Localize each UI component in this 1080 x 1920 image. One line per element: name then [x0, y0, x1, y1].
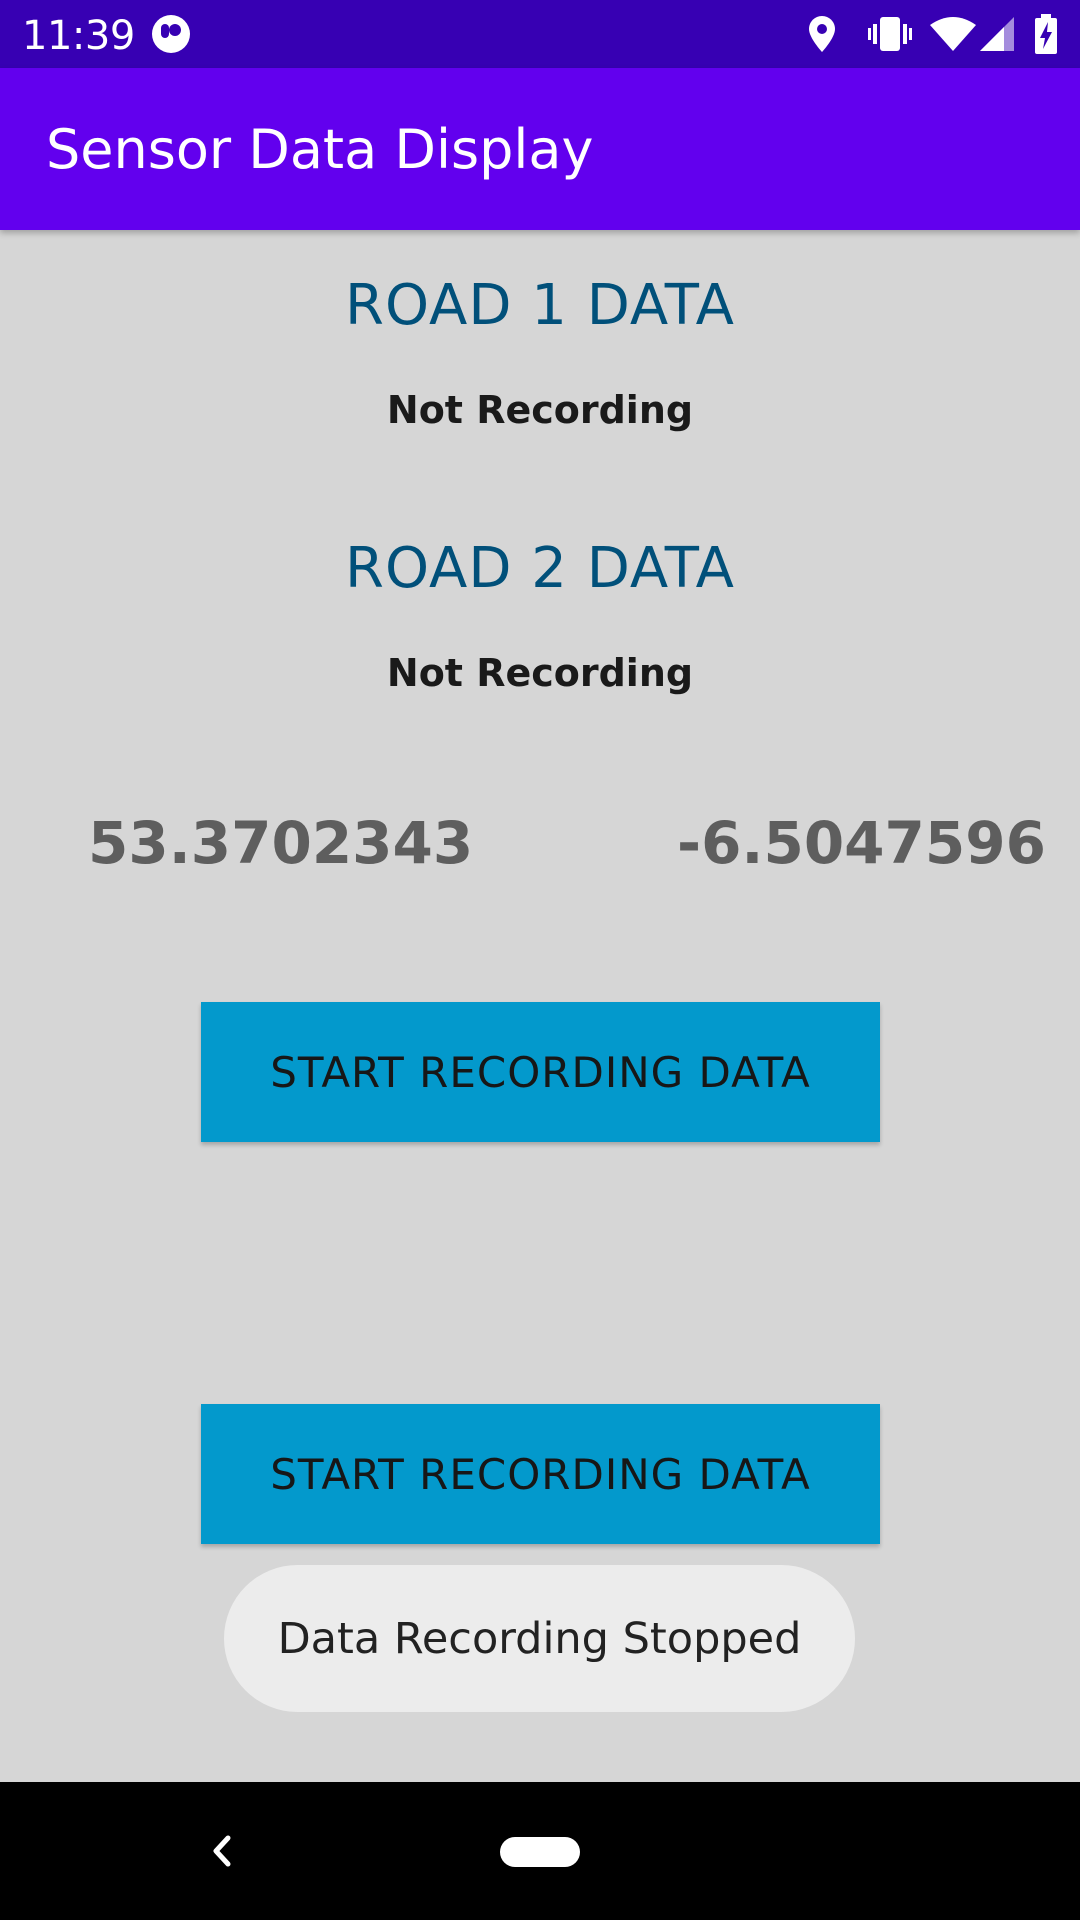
toast-message: Data Recording Stopped — [224, 1565, 855, 1712]
home-pill-icon[interactable] — [500, 1837, 580, 1867]
road1-status: Not Recording — [386, 388, 694, 432]
longitude-value: -6.5047596 — [677, 809, 1046, 877]
road1-header: ROAD 1 DATA — [0, 265, 1080, 345]
road1-header-label: ROAD 1 DATA — [345, 272, 735, 338]
wifi-icon — [930, 0, 976, 68]
start-recording-road1-button[interactable]: START RECORDING DATA — [201, 1002, 880, 1142]
road2-header: ROAD 2 DATA — [23, 528, 1057, 608]
app-bar: Sensor Data Display — [0, 68, 1080, 230]
toast-text: Data Recording Stopped — [277, 1613, 802, 1664]
start-recording-road2-button[interactable]: START RECORDING DATA — [201, 1404, 880, 1544]
back-icon[interactable] — [196, 1816, 248, 1886]
location-icon — [807, 0, 837, 68]
road2-header-label: ROAD 2 DATA — [345, 535, 735, 601]
status-bar: 11:39 — [0, 0, 1080, 68]
vibrate-icon — [868, 0, 912, 68]
status-time: 11:39 — [22, 13, 135, 59]
battery-charging-icon — [1034, 0, 1058, 68]
pill-icon — [150, 0, 192, 68]
latitude-value: 53.3702343 — [88, 809, 474, 877]
app-title: Sensor Data Display — [46, 118, 594, 181]
road2-status: Not Recording — [386, 651, 694, 695]
signal-icon — [979, 0, 1015, 68]
nav-bar — [0, 1782, 1080, 1920]
